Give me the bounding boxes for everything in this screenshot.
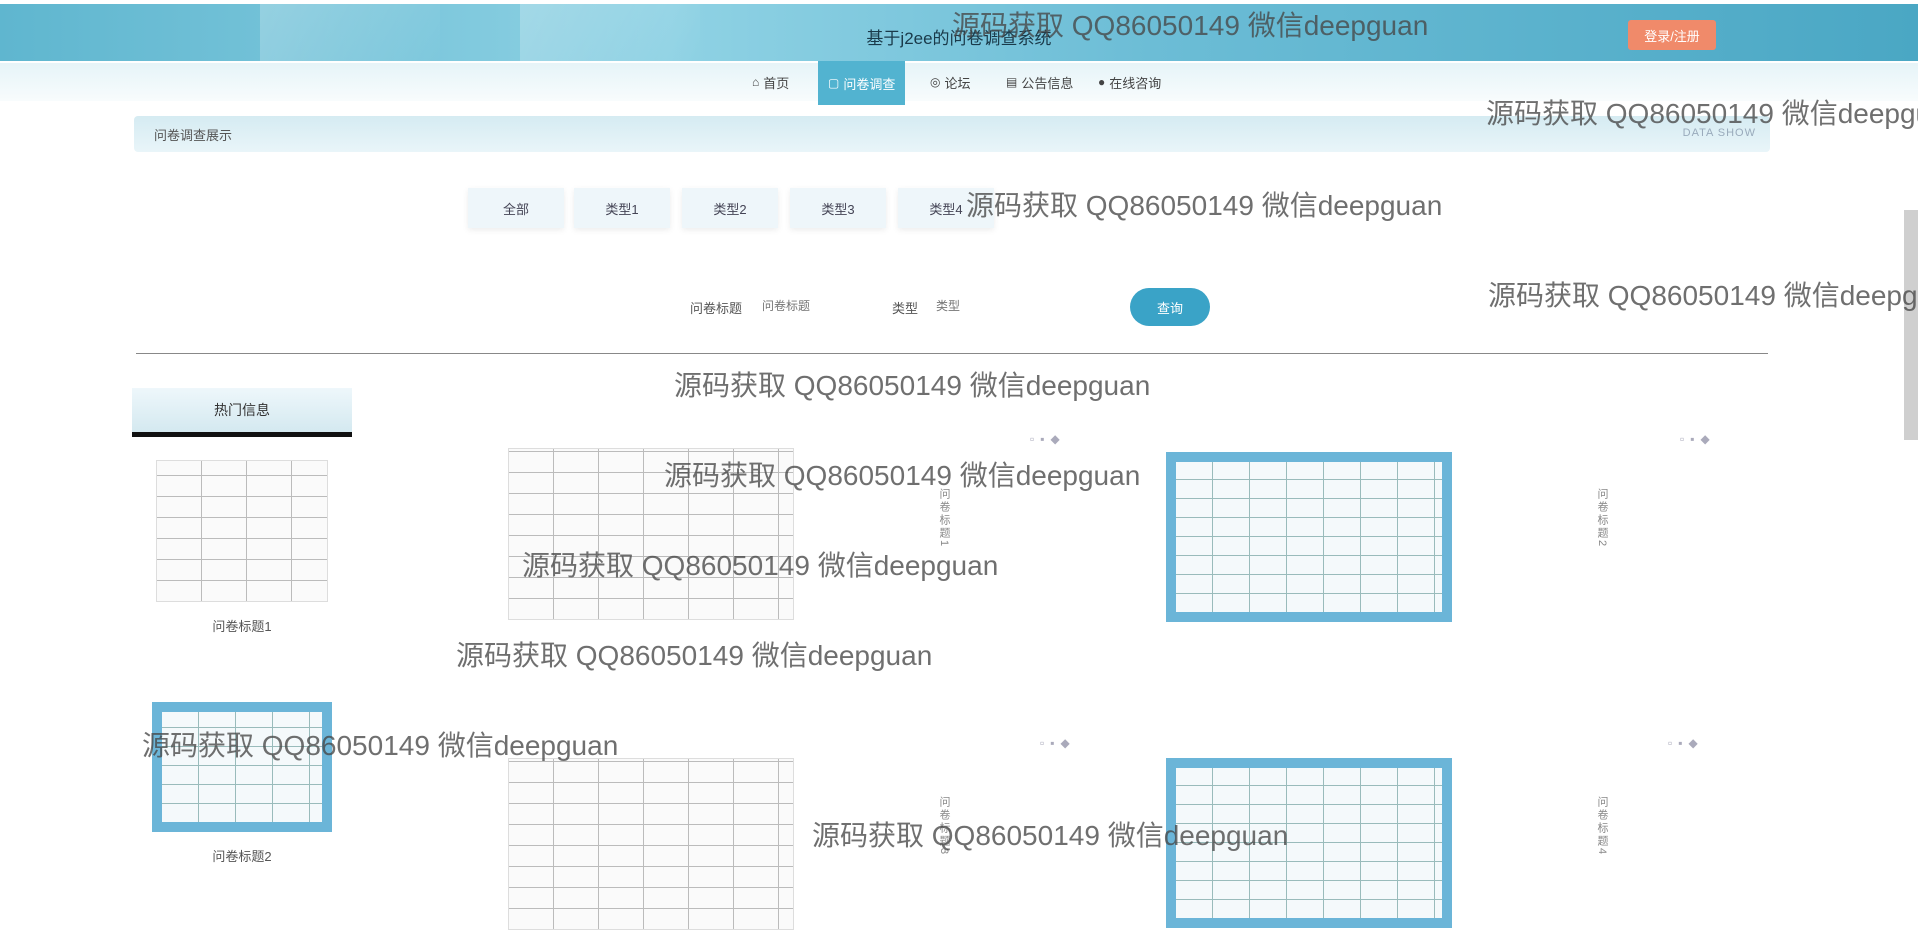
home-icon: ⌂ xyxy=(752,75,760,89)
survey-title[interactable]: 问卷标题1 xyxy=(936,488,952,548)
hot-card-thumbnail[interactable] xyxy=(152,702,332,832)
nav-label: 首页 xyxy=(763,75,790,91)
main-nav: ⌂ 首页 ▢ 问卷调查 ◎ 论坛 ▤ 公告信息 ● 在线咨询 xyxy=(0,61,1918,105)
category-tab-type3[interactable]: 类型3 xyxy=(790,188,886,228)
card-action-icons[interactable]: ▫▪◆ xyxy=(1040,736,1076,750)
watermark: 源码获取 QQ86050149 微信deepguan xyxy=(1488,280,1918,311)
page-scrollbar[interactable] xyxy=(1904,210,1918,440)
hot-info-heading: 热门信息 xyxy=(132,388,352,437)
nav-label: 问卷调查 xyxy=(843,76,896,92)
hot-card-thumbnail[interactable] xyxy=(156,460,328,602)
survey-title[interactable]: 问卷标题3 xyxy=(936,796,952,856)
watermark: 源码获取 QQ86050149 微信deepguan xyxy=(456,640,933,671)
type-search-input[interactable] xyxy=(934,292,1048,320)
notice-icon: ▤ xyxy=(1006,75,1018,89)
chat-icon: ● xyxy=(1098,75,1106,89)
nav-label: 在线咨询 xyxy=(1109,75,1162,91)
nav-item-notice[interactable]: ▤ 公告信息 xyxy=(1006,63,1073,101)
watermark: 源码获取 QQ86050149 微信deepguan xyxy=(674,370,1151,401)
breadcrumb: 问卷调查展示 DATA SHOW xyxy=(134,116,1770,152)
category-tab-type1[interactable]: 类型1 xyxy=(574,188,670,228)
card-action-icons[interactable]: ▫▪◆ xyxy=(1668,736,1704,750)
survey-title[interactable]: 问卷标题2 xyxy=(1594,488,1610,548)
nav-item-home[interactable]: ⌂ 首页 xyxy=(752,63,789,101)
survey-thumbnail[interactable] xyxy=(1166,758,1452,928)
category-tab-type2[interactable]: 类型2 xyxy=(682,188,778,228)
survey-thumbnail[interactable] xyxy=(508,758,794,930)
nav-label: 论坛 xyxy=(944,75,971,91)
login-register-button[interactable]: 登录/注册 xyxy=(1628,20,1716,50)
card-action-icons[interactable]: ▫▪◆ xyxy=(1030,432,1066,446)
nav-label: 公告信息 xyxy=(1021,75,1074,91)
survey-title[interactable]: 问卷标题4 xyxy=(1594,796,1610,856)
survey-thumbnail[interactable] xyxy=(508,448,794,620)
hot-card-caption[interactable]: 问卷标题2 xyxy=(132,846,352,865)
type-search-label: 类型 xyxy=(892,301,919,316)
category-tab-type4[interactable]: 类型4 xyxy=(898,188,994,228)
hot-card[interactable]: 问卷标题2 xyxy=(132,702,352,865)
breadcrumb-text: 问卷调查展示 xyxy=(154,128,233,143)
breadcrumb-english: DATA SHOW xyxy=(1682,127,1756,139)
survey-icon: ▢ xyxy=(828,76,840,90)
watermark: 源码获取 QQ86050149 微信deepguan xyxy=(966,190,1443,221)
nav-item-consult[interactable]: ● 在线咨询 xyxy=(1098,63,1161,101)
site-header: 基于j2ee的问卷调查系统 登录/注册 xyxy=(0,4,1918,61)
survey-thumbnail[interactable] xyxy=(1166,452,1452,622)
section-divider xyxy=(136,353,1768,354)
title-search-label: 问卷标题 xyxy=(690,301,743,316)
card-action-icons[interactable]: ▫▪◆ xyxy=(1680,432,1716,446)
hot-card-caption[interactable]: 问卷标题1 xyxy=(132,616,352,635)
hot-card[interactable]: 问卷标题1 xyxy=(132,460,352,635)
nav-item-forum[interactable]: ◎ 论坛 xyxy=(930,63,971,101)
category-tab-all[interactable]: 全部 xyxy=(468,188,564,228)
search-button[interactable]: 查询 xyxy=(1130,288,1210,326)
nav-item-survey[interactable]: ▢ 问卷调查 xyxy=(818,61,906,105)
title-search-input[interactable] xyxy=(760,292,874,320)
forum-icon: ◎ xyxy=(930,75,941,89)
